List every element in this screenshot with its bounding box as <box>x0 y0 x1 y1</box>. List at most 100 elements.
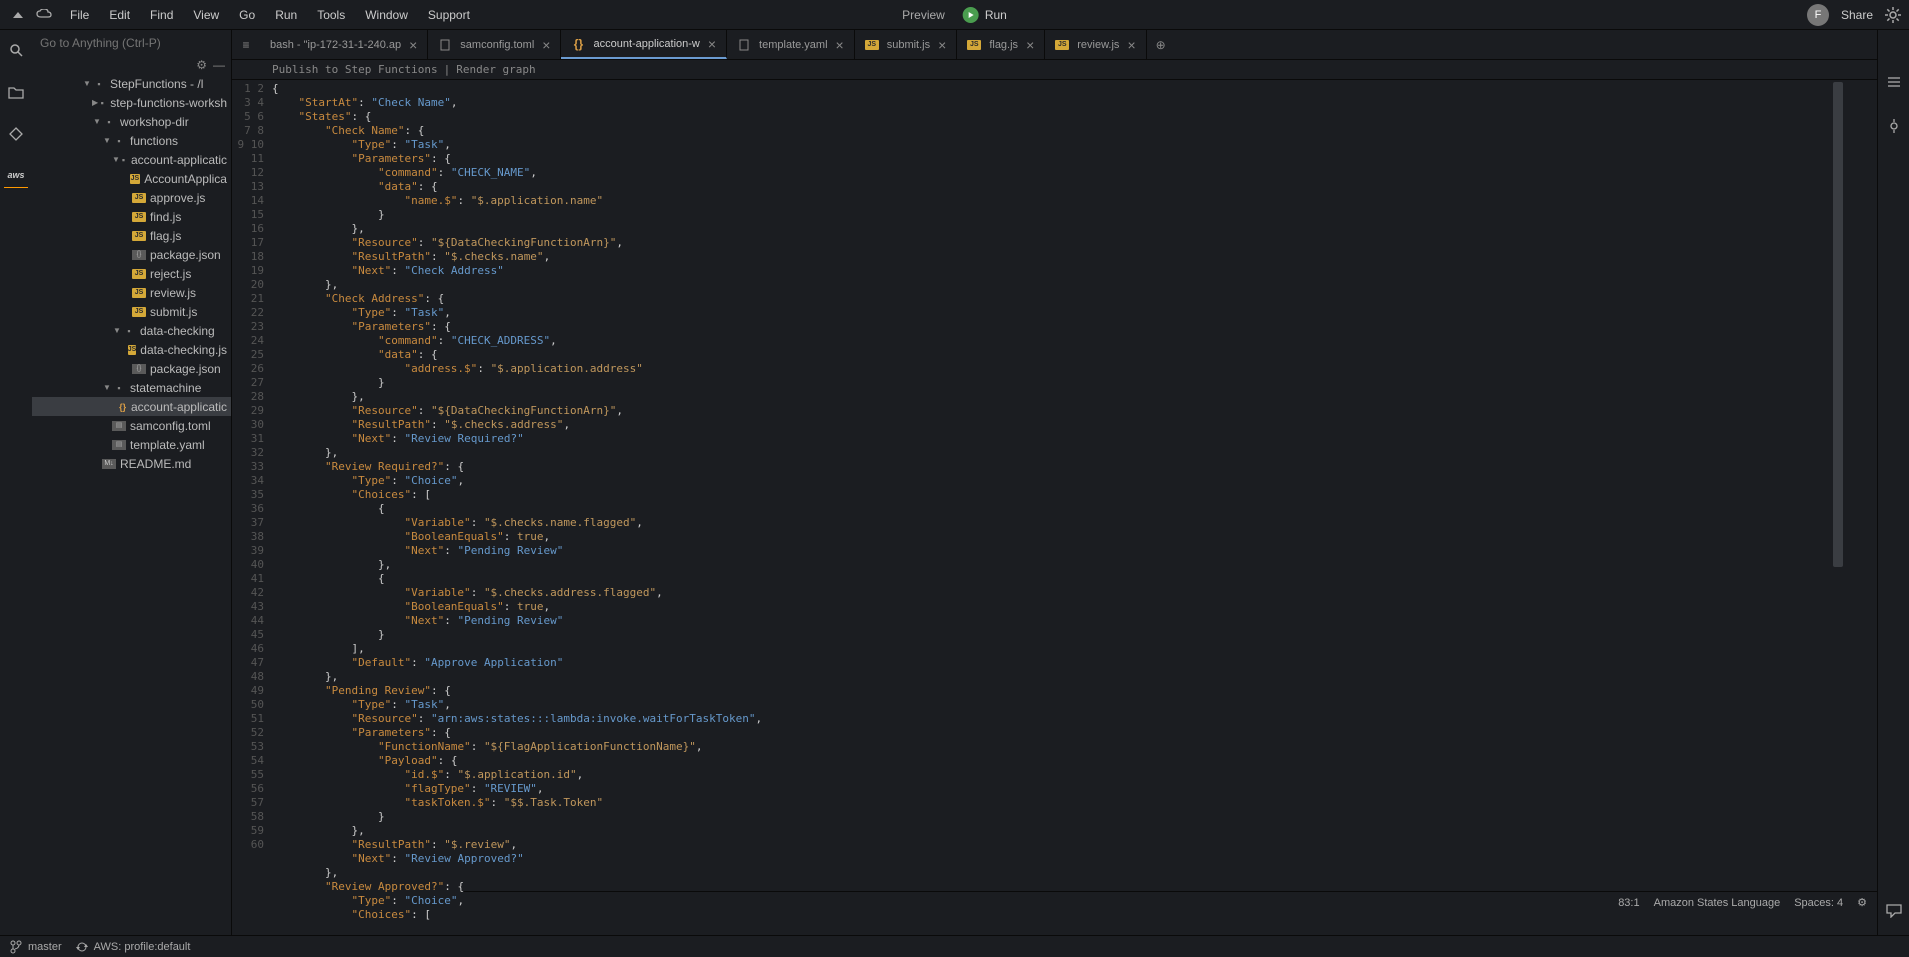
menu-view[interactable]: View <box>183 4 229 26</box>
tree-item[interactable]: JSsubmit.js <box>32 302 231 321</box>
collapse-tree-icon[interactable]: ― <box>213 58 225 72</box>
folder-icon: ▪ <box>120 153 127 167</box>
indentation[interactable]: Spaces: 4 <box>1794 897 1843 909</box>
tree-item[interactable]: M↓README.md <box>32 454 231 473</box>
tree-item[interactable]: ▼▪account-applicatic <box>32 150 231 169</box>
vertical-scrollbar[interactable] <box>1833 82 1843 891</box>
close-icon[interactable]: × <box>938 37 946 53</box>
language-mode[interactable]: Amazon States Language <box>1654 897 1781 909</box>
tree-item-label: reject.js <box>150 267 191 281</box>
file-icon <box>737 39 751 51</box>
tree-item[interactable]: {}account-applicatic <box>32 397 231 416</box>
cursor-position[interactable]: 83:1 <box>1618 897 1639 909</box>
file-icon <box>438 39 452 51</box>
tree-item[interactable]: JSreject.js <box>32 264 231 283</box>
gear-icon[interactable]: ⚙ <box>196 58 207 72</box>
tab[interactable]: {}account-application-w× <box>561 30 727 59</box>
tree-item[interactable]: JSreview.js <box>32 283 231 302</box>
tab[interactable]: samconfig.toml× <box>428 30 561 59</box>
gear-icon[interactable]: ⚙ <box>1857 896 1867 909</box>
run-button[interactable]: Run <box>963 7 1007 23</box>
tab[interactable]: bash - "ip-172-31-1-240.ap× <box>260 30 428 59</box>
outline-icon[interactable] <box>1882 70 1906 94</box>
avatar[interactable]: F <box>1807 4 1829 26</box>
tab[interactable]: JS review.js × <box>1045 30 1146 59</box>
menu-support[interactable]: Support <box>418 4 480 26</box>
cloud-sync-icon[interactable] <box>34 5 54 25</box>
close-icon[interactable]: × <box>542 37 550 53</box>
chat-icon[interactable] <box>1882 899 1906 923</box>
tree-item[interactable]: ▤ template.yaml <box>32 435 231 454</box>
menu-window[interactable]: Window <box>355 4 418 26</box>
tab-bar: ≡ bash - "ip-172-31-1-240.ap×samconfig.t… <box>232 30 1877 60</box>
folder-icon: ▪ <box>112 381 126 395</box>
close-icon[interactable]: × <box>1026 37 1034 53</box>
tree-item[interactable]: JSfind.js <box>32 207 231 226</box>
code-editor[interactable]: 1 2 3 4 5 6 7 8 9 10 11 12 13 14 15 16 1… <box>232 80 1877 935</box>
search-icon[interactable] <box>4 38 28 62</box>
menu-find[interactable]: Find <box>140 4 183 26</box>
close-icon[interactable]: × <box>836 37 844 53</box>
tab-list-icon[interactable]: ≡ <box>232 30 260 59</box>
tree-item[interactable]: {}package.json <box>32 359 231 378</box>
render-graph-button[interactable]: Render graph <box>456 63 535 76</box>
gear-icon[interactable] <box>1885 7 1901 23</box>
toml-icon: ▤ <box>112 421 126 431</box>
yaml-icon: ▤ <box>112 440 126 450</box>
tree-item-label: account-applicatic <box>131 153 227 167</box>
line-gutter: 1 2 3 4 5 6 7 8 9 10 11 12 13 14 15 16 1… <box>232 80 272 935</box>
tree-item-label: workshop-dir <box>120 115 189 129</box>
aws-icon[interactable]: aws <box>4 164 28 188</box>
publish-button[interactable]: Publish to Step Functions <box>272 63 438 76</box>
tree-item[interactable]: ▼▪statemachine <box>32 378 231 397</box>
menu-tools[interactable]: Tools <box>307 4 355 26</box>
tree-item[interactable]: {}package.json <box>32 245 231 264</box>
tab[interactable]: JSsubmit.js× <box>855 30 958 59</box>
goto-anything-input[interactable] <box>40 36 223 50</box>
tree-item[interactable]: ▶▪step-functions-worksh <box>32 93 231 112</box>
tree-item[interactable]: JSapprove.js <box>32 188 231 207</box>
tree-item-label: template.yaml <box>130 438 205 452</box>
share-button[interactable]: Share <box>1841 8 1873 22</box>
separator: | <box>444 63 451 76</box>
tree-item[interactable]: JSdata-checking.js <box>32 340 231 359</box>
menu-file[interactable]: File <box>60 4 99 26</box>
tree-item[interactable]: ▤samconfig.toml <box>32 416 231 435</box>
run-label: Run <box>985 8 1007 22</box>
new-tab-button[interactable]: ⊕ <box>1147 30 1175 59</box>
folder-icon[interactable] <box>4 80 28 104</box>
tab[interactable]: JSflag.js× <box>957 30 1045 59</box>
tree-item-label: README.md <box>120 457 191 471</box>
tree-item-label: functions <box>130 134 178 148</box>
tab[interactable]: template.yaml× <box>727 30 855 59</box>
menu-edit[interactable]: Edit <box>99 4 140 26</box>
tree-item-label: step-functions-worksh <box>110 96 227 110</box>
collapse-icon[interactable] <box>8 5 28 25</box>
tree-item[interactable]: JSAccountApplica <box>32 169 231 188</box>
git-branch[interactable]: master <box>10 940 62 954</box>
sync-icon <box>76 941 88 953</box>
bottom-statusbar: master AWS: profile:default <box>0 935 1909 957</box>
source-control-icon[interactable] <box>4 122 28 146</box>
tree-root[interactable]: ▼▪StepFunctions - /l <box>32 74 231 93</box>
tree-item[interactable]: ▼▪workshop-dir <box>32 112 231 131</box>
tree-item[interactable]: ▼▪data-checking <box>32 321 231 340</box>
folder-icon: ▪ <box>122 324 136 338</box>
menu-go[interactable]: Go <box>229 4 265 26</box>
js-icon: JS <box>1055 40 1069 50</box>
debug-icon[interactable] <box>1882 114 1906 138</box>
tree-item[interactable]: ▼▪functions <box>32 131 231 150</box>
left-activity-bar: aws <box>0 30 32 935</box>
tab-label: review.js <box>1077 39 1119 51</box>
close-icon[interactable]: × <box>1127 37 1135 53</box>
tree-item-label: find.js <box>150 210 181 224</box>
branch-name: master <box>28 941 62 953</box>
menu-run[interactable]: Run <box>265 4 307 26</box>
preview-button[interactable]: Preview <box>902 8 945 22</box>
aws-profile[interactable]: AWS: profile:default <box>76 941 191 953</box>
tree-item[interactable]: JSflag.js <box>32 226 231 245</box>
aws-profile-label: AWS: profile:default <box>94 941 191 953</box>
close-icon[interactable]: × <box>409 37 417 53</box>
code-content[interactable]: { "StartAt": "Check Name", "States": { "… <box>272 80 1877 935</box>
close-icon[interactable]: × <box>708 36 716 52</box>
